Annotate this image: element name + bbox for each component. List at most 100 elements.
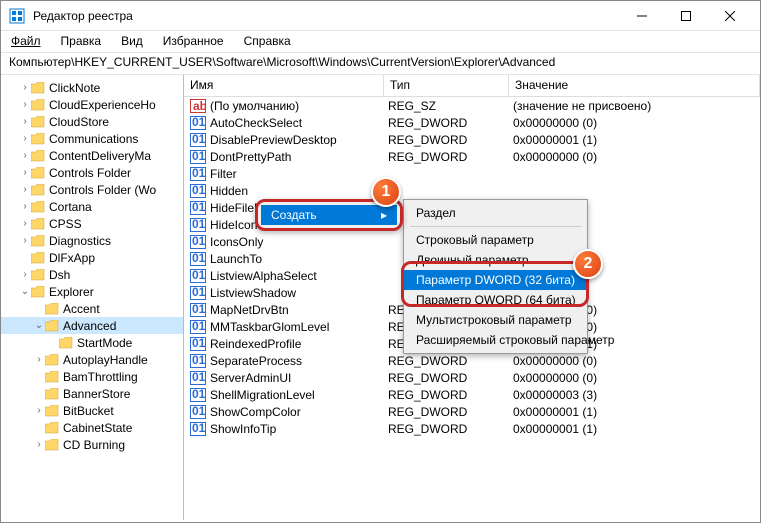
list-row[interactable]: 011DontPrettyPathREG_DWORD0x00000000 (0) — [184, 148, 760, 165]
folder-icon — [59, 337, 73, 349]
value-data: 0x00000000 (0) — [513, 116, 754, 130]
list-row[interactable]: ab(По умолчанию)REG_SZ(значение не присв… — [184, 97, 760, 114]
list-row[interactable]: 011Hidden — [184, 182, 760, 199]
tree-node[interactable]: CabinetState — [1, 419, 183, 436]
menu-file[interactable]: Файл — [1, 31, 51, 52]
list-row[interactable]: 011DisablePreviewDesktopREG_DWORD0x00000… — [184, 131, 760, 148]
annotation-badge-1: 1 — [371, 177, 401, 207]
tree-node[interactable]: ›ContentDeliveryMa — [1, 147, 183, 164]
menu-item-expandstring[interactable]: Расширяемый строковый параметр — [404, 330, 587, 350]
list-row[interactable]: 011SeparateProcessREG_DWORD0x00000000 (0… — [184, 352, 760, 369]
tree-node[interactable]: ›Controls Folder (Wo — [1, 181, 183, 198]
binary-value-icon: 011 — [190, 235, 206, 249]
expand-icon[interactable]: › — [19, 235, 31, 246]
tree-node[interactable]: ›BitBucket — [1, 402, 183, 419]
expand-icon[interactable]: › — [19, 116, 31, 127]
binary-value-icon: 011 — [190, 405, 206, 419]
menu-item-string[interactable]: Строковый параметр — [404, 230, 587, 250]
list-row[interactable]: 011ShellMigrationLevelREG_DWORD0x0000000… — [184, 386, 760, 403]
list-row[interactable]: 011AutoCheckSelectREG_DWORD0x00000000 (0… — [184, 114, 760, 131]
expand-icon[interactable]: ⌄ — [33, 320, 45, 331]
tree-node[interactable]: ›CD Burning — [1, 436, 183, 453]
expand-icon[interactable]: › — [19, 167, 31, 178]
menu-item-qword[interactable]: Параметр QWORD (64 бита) — [404, 290, 587, 310]
menu-item-create[interactable]: Создать ▸ — [261, 205, 397, 225]
tree-pane[interactable]: ›ClickNote›CloudExperienceHo›CloudStore›… — [1, 75, 184, 520]
menu-item-key[interactable]: Раздел — [404, 203, 587, 223]
value-name: ListviewAlphaSelect — [210, 269, 388, 283]
expand-icon[interactable]: › — [19, 133, 31, 144]
expand-icon[interactable]: › — [19, 201, 31, 212]
tree-node[interactable]: Accent — [1, 300, 183, 317]
value-data: 0x00000000 (0) — [513, 371, 754, 385]
binary-value-icon: 011 — [190, 133, 206, 147]
expand-icon[interactable]: › — [19, 150, 31, 161]
tree-node[interactable]: ›Diagnostics — [1, 232, 183, 249]
value-data: 0x00000001 (1) — [513, 133, 754, 147]
binary-value-icon: 011 — [190, 303, 206, 317]
expand-icon[interactable]: › — [19, 99, 31, 110]
binary-value-icon: 011 — [190, 388, 206, 402]
tree-node[interactable]: ›CPSS — [1, 215, 183, 232]
menu-help[interactable]: Справка — [234, 31, 301, 52]
menu-view[interactable]: Вид — [111, 31, 153, 52]
binary-value-icon: 011 — [190, 269, 206, 283]
menu-item-binary[interactable]: Двоичный параметр — [404, 250, 587, 270]
tree-node[interactable]: StartMode — [1, 334, 183, 351]
svg-text:011: 011 — [192, 388, 206, 401]
tree-node[interactable]: ›Cortana — [1, 198, 183, 215]
expand-icon[interactable]: ⌄ — [19, 286, 31, 297]
tree-node[interactable]: ⌄Advanced — [1, 317, 183, 334]
tree-node[interactable]: ›Controls Folder — [1, 164, 183, 181]
close-button[interactable] — [708, 2, 752, 30]
column-headers: Имя Тип Значение — [184, 75, 760, 97]
value-data: 0x00000001 (1) — [513, 405, 754, 419]
list-row[interactable]: 011Filter — [184, 165, 760, 182]
tree-node[interactable]: ›ClickNote — [1, 79, 183, 96]
tree-node[interactable]: ›Communications — [1, 130, 183, 147]
binary-value-icon: 011 — [190, 167, 206, 181]
expand-icon[interactable]: › — [19, 218, 31, 229]
tree-node[interactable]: DlFxApp — [1, 249, 183, 266]
list-row[interactable]: 011ServerAdminUIREG_DWORD0x00000000 (0) — [184, 369, 760, 386]
tree-node[interactable]: ›AutoplayHandle — [1, 351, 183, 368]
col-type[interactable]: Тип — [384, 75, 509, 96]
menu-item-create-label: Создать — [271, 208, 317, 222]
tree-node[interactable]: ›CloudExperienceHo — [1, 96, 183, 113]
list-row[interactable]: 011ShowInfoTipREG_DWORD0x00000001 (1) — [184, 420, 760, 437]
expand-icon[interactable]: › — [33, 439, 45, 450]
menu-item-dword[interactable]: Параметр DWORD (32 бита) — [404, 270, 587, 290]
tree-node[interactable]: ›Dsh — [1, 266, 183, 283]
address-bar[interactable]: Компьютер\HKEY_CURRENT_USER\Software\Mic… — [1, 53, 760, 75]
tree-node[interactable]: ›CloudStore — [1, 113, 183, 130]
svg-text:011: 011 — [192, 218, 206, 231]
expand-icon[interactable]: › — [19, 269, 31, 280]
minimize-button[interactable] — [620, 2, 664, 30]
list-row[interactable]: 011ShowCompColorREG_DWORD0x00000001 (1) — [184, 403, 760, 420]
value-type: REG_SZ — [388, 99, 513, 113]
menu-item-multistring[interactable]: Мультистроковый параметр — [404, 310, 587, 330]
folder-icon — [31, 133, 45, 145]
menu-edit[interactable]: Правка — [51, 31, 112, 52]
col-name[interactable]: Имя — [184, 75, 384, 96]
expand-icon[interactable]: › — [19, 82, 31, 93]
value-name: DisablePreviewDesktop — [210, 133, 388, 147]
tree-label: BamThrottling — [63, 370, 138, 384]
maximize-button[interactable] — [664, 2, 708, 30]
tree-node[interactable]: ⌄Explorer — [1, 283, 183, 300]
tree-node[interactable]: BamThrottling — [1, 368, 183, 385]
context-submenu-new: Раздел Строковый параметр Двоичный парам… — [403, 199, 588, 354]
svg-text:011: 011 — [192, 184, 206, 197]
col-value[interactable]: Значение — [509, 75, 760, 96]
svg-text:011: 011 — [192, 422, 206, 435]
menu-favorites[interactable]: Избранное — [153, 31, 234, 52]
tree-node[interactable]: BannerStore — [1, 385, 183, 402]
value-name: ServerAdminUI — [210, 371, 388, 385]
folder-icon — [45, 388, 59, 400]
annotation-badge-2: 2 — [573, 249, 603, 279]
expand-icon[interactable]: › — [19, 184, 31, 195]
value-type: REG_DWORD — [388, 150, 513, 164]
tree-label: BannerStore — [63, 387, 130, 401]
expand-icon[interactable]: › — [33, 405, 45, 416]
expand-icon[interactable]: › — [33, 354, 45, 365]
